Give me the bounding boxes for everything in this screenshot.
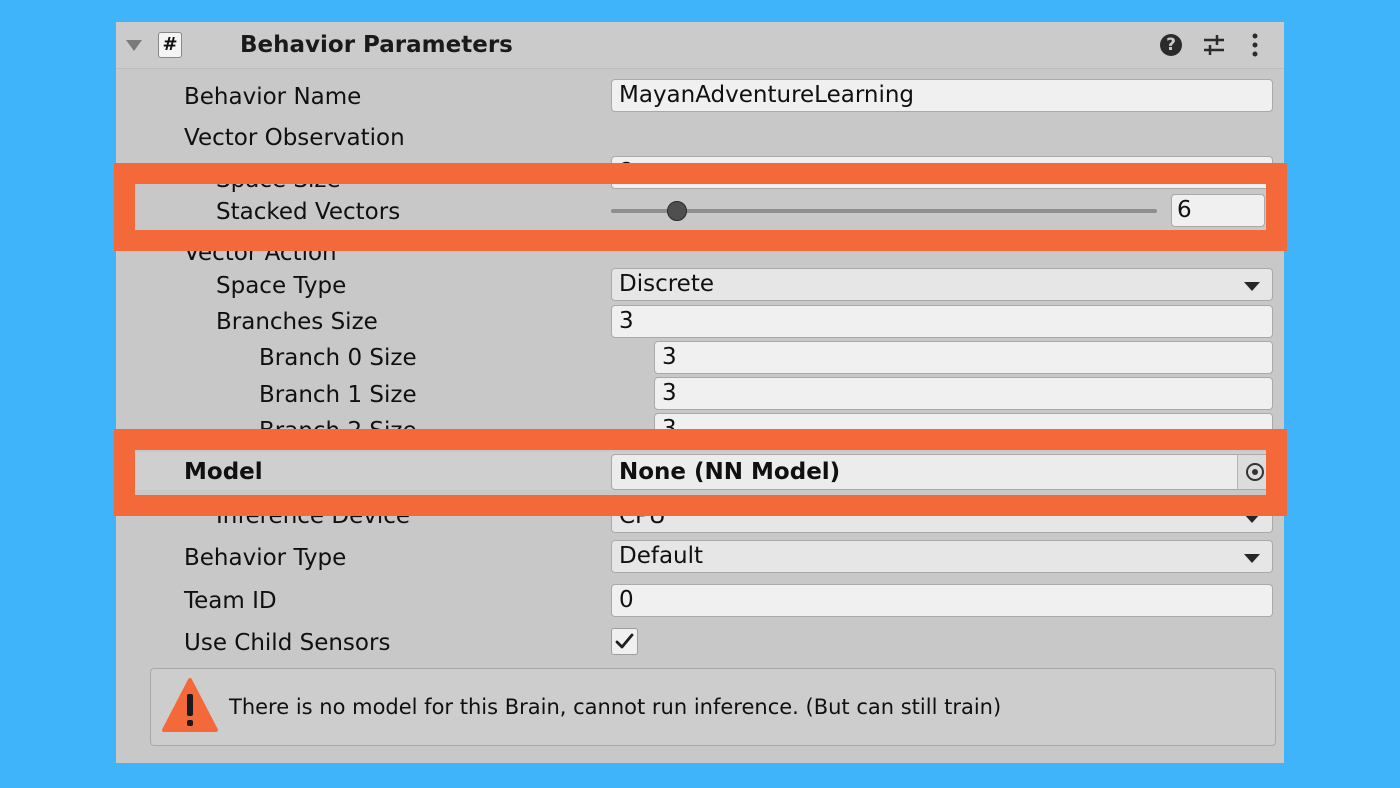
space-type-label: Space Type — [216, 273, 347, 299]
warning-icon — [162, 678, 218, 732]
team-id-label: Team ID — [184, 588, 277, 614]
branch-0-size-input[interactable]: 3 — [654, 341, 1273, 374]
stacked-vectors-highlight — [114, 163, 1287, 251]
chevron-down-icon — [1244, 282, 1260, 291]
space-type-dropdown[interactable]: Discrete — [611, 268, 1273, 301]
component-title: Behavior Parameters — [240, 32, 513, 58]
script-hash-icon: # — [158, 32, 182, 58]
help-icon[interactable]: ? — [1160, 34, 1182, 56]
branch-0-size-label: Branch 0 Size — [259, 345, 417, 371]
behavior-name-input[interactable]: MayanAdventureLearning — [611, 79, 1273, 112]
kebab-menu-icon[interactable] — [1250, 33, 1260, 57]
behavior-type-label: Behavior Type — [184, 545, 347, 571]
branch-1-size-label: Branch 1 Size — [259, 382, 417, 408]
script-hash-glyph: # — [162, 34, 178, 55]
use-child-sensors-checkbox[interactable] — [611, 628, 638, 655]
branches-size-input[interactable]: 3 — [611, 305, 1273, 338]
inspector-panel: # Behavior Parameters ? Behavior Name Ma… — [116, 22, 1284, 763]
chevron-down-icon — [1244, 554, 1260, 563]
behavior-type-dropdown[interactable]: Default — [611, 540, 1273, 573]
space-type-value: Discrete — [619, 271, 714, 297]
checkmark-icon — [615, 633, 634, 649]
behavior-type-value: Default — [619, 543, 704, 569]
use-child-sensors-label: Use Child Sensors — [184, 630, 391, 656]
behavior-name-label: Behavior Name — [184, 84, 362, 110]
vector-observation-label: Vector Observation — [184, 125, 405, 151]
team-id-input[interactable]: 0 — [611, 584, 1273, 617]
warning-help-box: There is no model for this Brain, cannot… — [150, 668, 1276, 746]
component-header[interactable]: # Behavior Parameters ? — [116, 22, 1284, 69]
preset-sliders-icon[interactable] — [1202, 33, 1226, 57]
model-highlight — [114, 429, 1287, 516]
collapse-triangle-icon[interactable] — [126, 40, 142, 51]
branch-1-size-input[interactable]: 3 — [654, 377, 1273, 410]
warning-message: There is no model for this Brain, cannot… — [229, 695, 1002, 719]
branches-size-label: Branches Size — [216, 309, 378, 335]
